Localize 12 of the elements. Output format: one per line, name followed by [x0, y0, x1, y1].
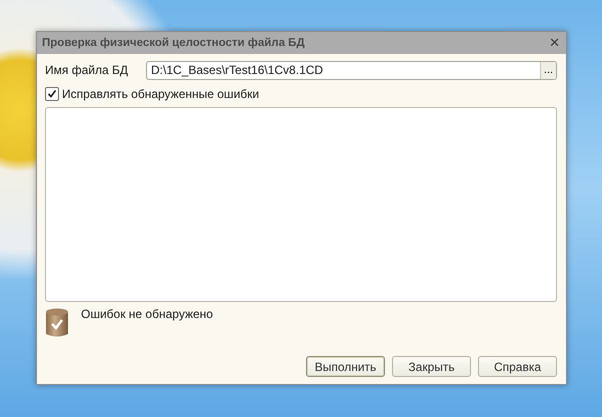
close-button[interactable]: ✕ [549, 36, 560, 50]
file-name-field[interactable]: D:\1C_Bases\rTest16\1Cv8.1CD ... [146, 60, 557, 80]
browse-button[interactable]: ... [540, 62, 556, 78]
checkbox[interactable] [45, 87, 59, 101]
checkbox-label[interactable]: Исправлять обнаруженные ошибки [62, 87, 260, 101]
database-check-icon [45, 307, 69, 339]
dialog-button[interactable]: Закрыть [392, 356, 471, 377]
dialog-button[interactable]: Выполнить [306, 356, 385, 377]
dialog-button[interactable]: Справка [478, 356, 557, 377]
field-label: Имя файла БД [45, 63, 129, 77]
status-message: Ошибок не обнаружено [81, 307, 213, 321]
window-title: Проверка физической целостности файла БД [42, 37, 305, 49]
